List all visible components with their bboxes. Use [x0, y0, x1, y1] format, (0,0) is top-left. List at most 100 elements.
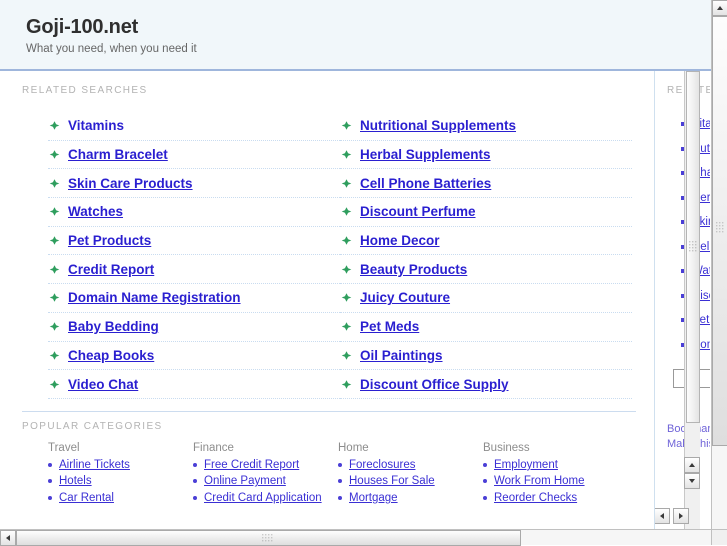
related-search-link[interactable]: Credit Report: [68, 262, 154, 277]
related-search-link[interactable]: Charm Bracelet: [68, 147, 168, 162]
category-link[interactable]: Credit Card Application: [204, 492, 322, 504]
arrow-bullet-icon: [340, 291, 353, 304]
related-search-link[interactable]: Nutritional Supplements: [360, 118, 516, 133]
category-list-item[interactable]: Free Credit Report: [193, 459, 338, 471]
related-search-item[interactable]: Credit Report: [48, 255, 340, 285]
window-vertical-scrollbar[interactable]: [711, 0, 727, 529]
related-search-item[interactable]: Beauty Products: [340, 255, 632, 285]
popular-category-group: Travel Airline Tickets Hotels Car Rental: [48, 442, 193, 509]
category-link[interactable]: Car Rental: [59, 492, 114, 504]
related-search-link[interactable]: Home Decor: [360, 233, 440, 248]
related-search-item[interactable]: Skin Care Products: [48, 169, 340, 199]
related-searches-column-left: Vitamins Charm Bracelet Skin Care Produc…: [48, 112, 340, 399]
category-link[interactable]: Mortgage: [349, 492, 398, 504]
arrow-bullet-icon: [340, 234, 353, 247]
scroll-up-button[interactable]: [712, 0, 727, 16]
category-list-item[interactable]: Work From Home: [483, 475, 628, 487]
arrow-bullet-icon: [340, 378, 353, 391]
related-search-item[interactable]: Home Decor: [340, 227, 632, 256]
category-link[interactable]: Online Payment: [204, 475, 286, 487]
related-search-link[interactable]: Pet Products: [68, 233, 151, 248]
page-body: RELATED SEARCHES Vitamins Charm Bracelet: [0, 71, 711, 529]
category-link[interactable]: Airline Tickets: [59, 459, 130, 471]
category-link[interactable]: Employment: [494, 459, 558, 471]
related-search-link[interactable]: Skin Care Products: [68, 176, 193, 191]
category-link[interactable]: Work From Home: [494, 475, 585, 487]
related-search-link[interactable]: Domain Name Registration: [68, 290, 241, 305]
category-title: Business: [483, 441, 530, 454]
category-title: Finance: [193, 441, 234, 454]
related-search-link[interactable]: Discount Office Supply: [360, 377, 509, 392]
category-list-item[interactable]: Foreclosures: [338, 459, 483, 471]
popular-categories-caption: POPULAR CATEGORIES: [22, 420, 163, 432]
related-search-link[interactable]: Juicy Couture: [360, 290, 450, 305]
sidebar-scroll-right-button[interactable]: [673, 508, 689, 524]
arrow-bullet-icon: [48, 119, 61, 132]
arrow-bullet-icon: [340, 205, 353, 218]
arrow-bullet-icon: [48, 320, 61, 333]
related-search-link[interactable]: Baby Bedding: [68, 319, 159, 334]
arrow-bullet-icon: [48, 291, 61, 304]
related-search-link[interactable]: Vitamins: [68, 118, 124, 133]
bullet-icon: [483, 479, 487, 484]
related-search-item[interactable]: Baby Bedding: [48, 313, 340, 342]
related-search-link[interactable]: Cheap Books: [68, 348, 154, 363]
related-search-item[interactable]: Watches: [48, 198, 340, 227]
window-horizontal-scrollbar[interactable]: [0, 529, 711, 546]
arrow-bullet-icon: [340, 148, 353, 161]
main-column: RELATED SEARCHES Vitamins Charm Bracelet: [0, 71, 655, 529]
category-list-item[interactable]: Employment: [483, 459, 628, 471]
related-search-link[interactable]: Oil Paintings: [360, 348, 443, 363]
related-search-item[interactable]: Pet Meds: [340, 313, 632, 342]
related-searches-section: Vitamins Charm Bracelet Skin Care Produc…: [0, 96, 654, 399]
category-list-item[interactable]: Houses For Sale: [338, 475, 483, 487]
related-search-item[interactable]: Herbal Supplements: [340, 141, 632, 170]
related-search-link[interactable]: Watches: [68, 204, 123, 219]
category-list-item[interactable]: Hotels: [48, 475, 193, 487]
bullet-icon: [483, 462, 487, 467]
popular-category-group: Business Employment Work From Home Reord…: [483, 442, 628, 509]
category-list-item[interactable]: Car Rental: [48, 492, 193, 504]
related-search-item[interactable]: Charm Bracelet: [48, 141, 340, 170]
related-search-item[interactable]: Cell Phone Batteries: [340, 169, 632, 199]
category-link[interactable]: Foreclosures: [349, 459, 415, 471]
page-viewport: Goji-100.net What you need, when you nee…: [0, 0, 711, 529]
related-search-item[interactable]: Pet Products: [48, 227, 340, 256]
popular-category-group: Home Foreclosures Houses For Sale Mortga…: [338, 442, 483, 509]
category-list-item[interactable]: Credit Card Application: [193, 492, 338, 504]
category-link[interactable]: Free Credit Report: [204, 459, 299, 471]
category-list-item[interactable]: Online Payment: [193, 475, 338, 487]
related-search-item[interactable]: Video Chat: [48, 370, 340, 399]
category-link[interactable]: Houses For Sale: [349, 475, 435, 487]
related-search-item[interactable]: Juicy Couture: [340, 284, 632, 313]
related-search-item[interactable]: Nutritional Supplements: [340, 112, 632, 141]
related-search-link[interactable]: Pet Meds: [360, 319, 419, 334]
category-list-item[interactable]: Reorder Checks: [483, 492, 628, 504]
related-search-item[interactable]: Vitamins: [48, 112, 340, 141]
related-search-link[interactable]: Discount Perfume: [360, 204, 476, 219]
bullet-icon: [338, 495, 342, 500]
related-search-item[interactable]: Domain Name Registration: [48, 284, 340, 313]
category-link[interactable]: Hotels: [59, 475, 92, 487]
category-link[interactable]: Reorder Checks: [494, 492, 577, 504]
related-search-link[interactable]: Video Chat: [68, 377, 138, 392]
bullet-icon: [483, 495, 487, 500]
sidebar-scroll-up-button[interactable]: [684, 457, 700, 473]
bullet-icon: [193, 479, 197, 484]
sidebar-scroll-left-button[interactable]: [655, 508, 670, 524]
category-list-item[interactable]: Airline Tickets: [48, 459, 193, 471]
arrow-bullet-icon: [48, 148, 61, 161]
site-title: Goji-100.net: [26, 16, 139, 38]
category-list-item[interactable]: Mortgage: [338, 492, 483, 504]
related-search-item[interactable]: Cheap Books: [48, 342, 340, 371]
related-search-item[interactable]: Discount Office Supply: [340, 370, 632, 399]
sidebar-scroll-down-button[interactable]: [684, 473, 700, 489]
related-search-item[interactable]: Oil Paintings: [340, 342, 632, 371]
related-search-item[interactable]: Discount Perfume: [340, 198, 632, 227]
bullet-icon: [338, 479, 342, 484]
related-search-link[interactable]: Beauty Products: [360, 262, 467, 277]
chevron-left-icon: [660, 513, 664, 519]
related-search-link[interactable]: Cell Phone Batteries: [360, 176, 491, 191]
scroll-left-button[interactable]: [0, 530, 16, 546]
related-search-link[interactable]: Herbal Supplements: [360, 147, 491, 162]
